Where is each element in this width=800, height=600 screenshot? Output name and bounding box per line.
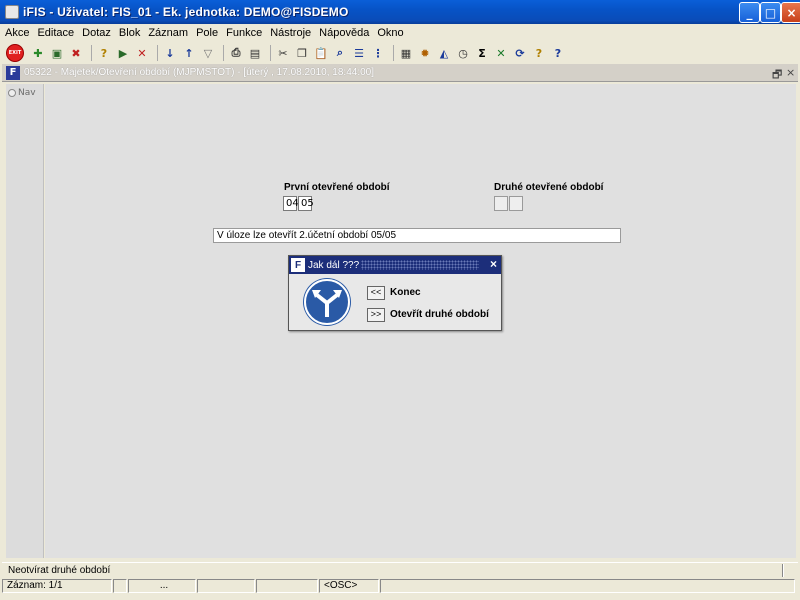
status-cell — [256, 579, 318, 593]
open-second-period-label: Otevřít druhé období — [390, 309, 489, 320]
sort-desc-icon[interactable]: ↑ — [181, 45, 197, 61]
menu-napoveda[interactable]: Nápověda — [319, 27, 369, 39]
first-period-field-b[interactable]: 05 — [298, 196, 314, 211]
help-icon[interactable]: ? — [531, 45, 547, 61]
hint-text: Neotvírat druhé období — [8, 565, 111, 576]
list-icon[interactable]: ☰ — [351, 45, 367, 61]
status-bar: Záznam: 1/1 ... <OSC> — [2, 578, 798, 594]
minimize-button[interactable]: _ — [739, 2, 760, 23]
second-period-field-b[interactable] — [509, 196, 523, 211]
menu-editace[interactable]: Editace — [37, 27, 74, 39]
calculator-icon[interactable]: ▦ — [398, 45, 414, 61]
end-button[interactable]: << — [367, 286, 385, 300]
second-period-field-a[interactable] — [494, 196, 508, 211]
copy-icon[interactable]: ❐ — [294, 45, 310, 61]
restore-icon[interactable]: 🗗 — [772, 66, 782, 85]
window-title: iFIS - Uživatel: FIS_01 - Ek. jednotka: … — [23, 5, 349, 19]
chart-icon[interactable]: ◭ — [436, 45, 452, 61]
toolbar-separator — [223, 45, 224, 61]
delete-icon[interactable]: ✖ — [68, 45, 84, 61]
dialog-grip — [361, 260, 479, 270]
first-period-label: První otevřené období — [284, 182, 390, 193]
nav-icon — [8, 89, 16, 97]
toolbar-separator — [393, 45, 394, 61]
toolbar-separator — [157, 45, 158, 61]
maximize-button[interactable]: □ — [760, 2, 781, 23]
app-icon — [5, 5, 19, 19]
dialog-close-icon[interactable]: × — [490, 257, 497, 271]
status-cell — [197, 579, 255, 593]
paste-icon[interactable]: 📋 — [313, 45, 329, 61]
print-icon[interactable]: ⎙ — [228, 45, 244, 61]
save-icon[interactable]: ▣ — [49, 45, 65, 61]
form-icon: F — [6, 65, 20, 80]
cancel-query-icon[interactable]: ✕ — [134, 45, 150, 61]
status-divider — [782, 564, 784, 577]
excel-icon[interactable]: ✕ — [493, 45, 509, 61]
nav-label: Nav — [18, 88, 36, 98]
settings-icon[interactable]: ✹ — [417, 45, 433, 61]
close-button[interactable]: × — [781, 2, 800, 23]
inner-window-header: F 05322 - Majetek/Otevření období (MJPMS… — [2, 64, 798, 82]
info-message: V úloze lze otevřít 2.účetní období 05/0… — [213, 228, 621, 243]
toolbar-separator — [91, 45, 92, 61]
record-counter: Záznam: 1/1 — [2, 579, 112, 593]
mode-indicator: <OSC> — [319, 579, 379, 593]
clock-icon[interactable]: ◷ — [455, 45, 471, 61]
query-icon[interactable]: ? — [96, 45, 112, 61]
window-titlebar: iFIS - Uživatel: FIS_01 - Ek. jednotka: … — [0, 0, 800, 24]
context-help-icon[interactable]: ? — [550, 45, 566, 61]
open-second-period-button[interactable]: >> — [367, 308, 385, 322]
menu-funkce[interactable]: Funkce — [226, 27, 262, 39]
nav-strip: Nav — [6, 84, 44, 558]
road-fork-sign-icon — [304, 279, 350, 325]
second-period-label: Druhé otevřené období — [494, 182, 604, 193]
menu-nastroje[interactable]: Nástroje — [270, 27, 311, 39]
toolbar-separator — [270, 45, 271, 61]
menu-akce[interactable]: Akce — [5, 27, 29, 39]
status-cell — [113, 579, 127, 593]
end-label: Konec — [390, 287, 421, 298]
inner-window-title: 05322 - Majetek/Otevření období (MJPMSTO… — [24, 67, 374, 78]
menu-blok[interactable]: Blok — [119, 27, 140, 39]
refresh-icon[interactable]: ⟳ — [512, 45, 528, 61]
find-icon[interactable]: ⌕ — [332, 45, 348, 61]
execute-query-icon[interactable]: ▶ — [115, 45, 131, 61]
filter-icon[interactable]: ▽ — [200, 45, 216, 61]
dialog-form-icon: F — [291, 258, 305, 272]
inner-close-icon[interactable]: × — [786, 66, 795, 79]
exit-button[interactable]: EXIT — [6, 44, 24, 62]
choice-dialog: F Jak dál ??? × << Konec >> Otevřít druh… — [288, 255, 502, 331]
dialog-title: Jak dál ??? — [308, 259, 360, 271]
menu-dotaz[interactable]: Dotaz — [82, 27, 111, 39]
hint-bar: Neotvírat druhé období — [2, 562, 798, 578]
menu-bar: Akce Editace Dotaz Blok Záznam Pole Funk… — [0, 24, 800, 42]
nav-button[interactable]: Nav — [8, 88, 36, 98]
status-cell — [380, 579, 795, 593]
menu-pole[interactable]: Pole — [196, 27, 218, 39]
sort-asc-icon[interactable]: ↓ — [162, 45, 178, 61]
print-preview-icon[interactable]: ▤ — [247, 45, 263, 61]
toolbar: EXIT ✚ ▣ ✖ ? ▶ ✕ ↓ ↑ ▽ ⎙ ▤ ✂ ❐ 📋 ⌕ ☰ ⋮ ▦… — [0, 42, 800, 64]
sum-icon[interactable]: Σ — [474, 45, 490, 61]
cut-icon[interactable]: ✂ — [275, 45, 291, 61]
status-ellipsis: ... — [128, 579, 196, 593]
menu-zaznam[interactable]: Záznam — [148, 27, 188, 39]
tree-icon[interactable]: ⋮ — [370, 45, 386, 61]
dialog-titlebar: F Jak dál ??? × — [289, 256, 501, 274]
new-record-icon[interactable]: ✚ — [30, 45, 46, 61]
menu-okno[interactable]: Okno — [377, 27, 403, 39]
first-period-field-a[interactable]: 04 — [283, 196, 299, 211]
